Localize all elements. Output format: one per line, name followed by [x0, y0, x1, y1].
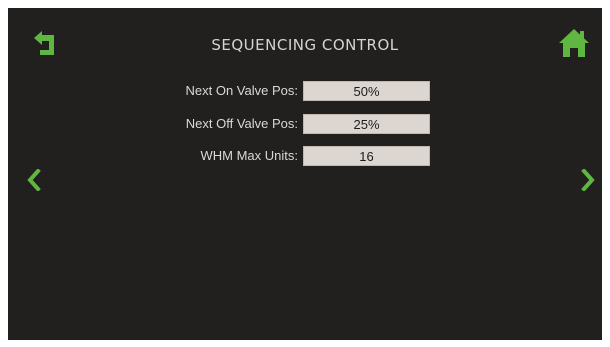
whm-max-units-field[interactable]: 16	[303, 146, 430, 166]
hmi-screen: SEQUENCING CONTROL Next On Valve Pos: 50…	[8, 8, 602, 340]
page-title: SEQUENCING CONTROL	[211, 36, 399, 54]
chevron-right-icon	[581, 169, 595, 191]
next-on-valve-pos-label: Next On Valve Pos:	[185, 83, 298, 98]
chevron-left-icon	[27, 169, 41, 191]
next-on-valve-pos-field[interactable]: 50%	[303, 81, 430, 101]
previous-page-button[interactable]	[24, 166, 44, 194]
next-off-valve-pos-label: Next Off Valve Pos:	[185, 116, 298, 131]
home-button[interactable]	[556, 26, 592, 60]
next-off-valve-pos-field[interactable]: 25%	[303, 114, 430, 134]
home-icon	[559, 29, 589, 57]
next-off-valve-pos-row: Next Off Valve Pos: 25%	[8, 114, 602, 134]
next-on-valve-pos-row: Next On Valve Pos: 50%	[8, 81, 602, 101]
whm-max-units-label: WHM Max Units:	[200, 148, 299, 163]
whm-max-units-row: WHM Max Units: 16	[8, 146, 602, 166]
next-page-button[interactable]	[578, 166, 598, 194]
